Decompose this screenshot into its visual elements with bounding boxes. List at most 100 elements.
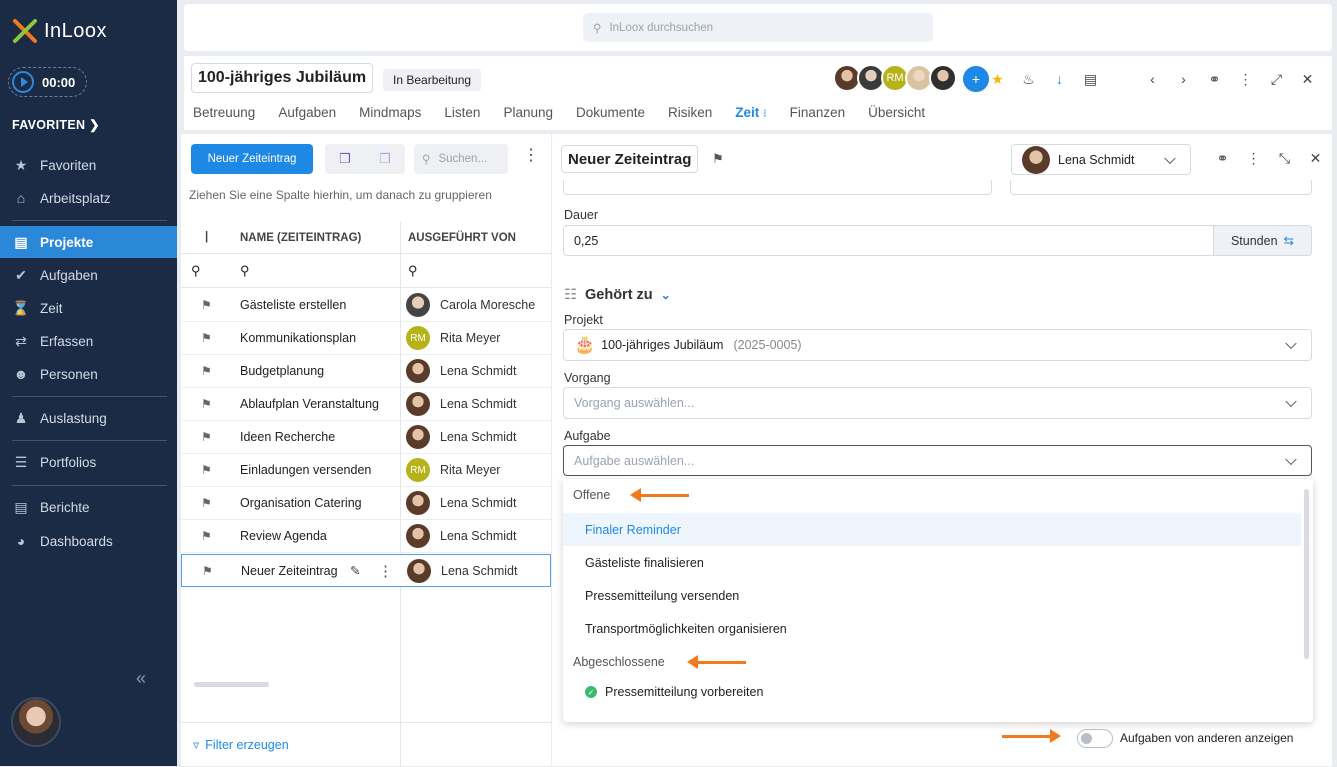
search-icon[interactable]: ⚲: [191, 263, 201, 279]
collapse-icon[interactable]: ⤢: [1261, 66, 1292, 92]
link-icon[interactable]: ⚭: [1207, 146, 1238, 170]
task-select[interactable]: Aufgabe auswählen...: [563, 445, 1312, 476]
task-option[interactable]: Pressemitteilung versenden: [563, 579, 1301, 612]
vertical-scrollbar[interactable]: [1304, 489, 1309, 659]
table-row[interactable]: ⚑ Organisation Catering Lena Schmidt: [181, 487, 551, 520]
tab-dokumente[interactable]: Dokumente: [576, 105, 645, 120]
task-option[interactable]: Finaler Reminder: [563, 513, 1301, 546]
new-time-entry-button[interactable]: Neuer Zeiteintrag: [191, 144, 313, 174]
more-icon[interactable]: ⋮: [1238, 146, 1269, 170]
sidebar-item-projekte[interactable]: ▤ Projekte: [0, 226, 177, 258]
app-logo[interactable]: InLoox: [12, 18, 107, 44]
sidebar-item-erfassen[interactable]: ⇄ Erfassen: [0, 325, 177, 357]
user-avatar[interactable]: [11, 697, 61, 747]
tab-aufgaben[interactable]: Aufgaben: [278, 105, 336, 120]
chevron-left-icon[interactable]: ‹: [1137, 66, 1168, 92]
flag-icon[interactable]: ⚑: [201, 463, 212, 477]
project-title[interactable]: 100-jähriges Jubiläum: [191, 63, 374, 93]
previous-field[interactable]: [563, 180, 992, 195]
link-icon[interactable]: ⚭: [1199, 66, 1230, 92]
sidebar-item-personen[interactable]: ☻ Personen: [0, 358, 177, 390]
more-icon[interactable]: ⋮: [378, 562, 393, 580]
column-header-by[interactable]: AUSGEFÜHRT VON: [408, 232, 516, 244]
search-icon[interactable]: ⚲: [240, 263, 250, 279]
table-row[interactable]: ⚑ Gästeliste erstellen Carola Moresche: [181, 289, 551, 322]
expand-icon[interactable]: ⤡: [1269, 146, 1300, 170]
tab-uebersicht[interactable]: Übersicht: [868, 105, 925, 120]
detail-title[interactable]: Neuer Zeiteintrag: [561, 145, 699, 173]
table-row[interactable]: ⚑ Ablaufplan Veranstaltung Lena Schmidt: [181, 388, 551, 421]
duration-input[interactable]: 0,25: [563, 225, 1214, 256]
tab-planung[interactable]: Planung: [503, 105, 553, 120]
horizontal-scrollbar[interactable]: [194, 682, 269, 687]
search-icon[interactable]: ⚲: [408, 263, 418, 279]
sidebar-item-favoriten[interactable]: ★ Favoriten: [0, 149, 177, 181]
tab-zeit[interactable]: Zeit ⁝: [735, 105, 766, 120]
flag-icon[interactable]: ⚑: [201, 331, 212, 345]
chevron-right-icon[interactable]: ›: [1168, 66, 1199, 92]
global-search-input[interactable]: ⚲ InLoox durchsuchen: [583, 13, 933, 42]
tab-mindmaps[interactable]: Mindmaps: [359, 105, 421, 120]
tab-risiken[interactable]: Risiken: [668, 105, 712, 120]
tab-finanzen[interactable]: Finanzen: [790, 105, 846, 120]
column-header-name[interactable]: NAME (ZEITEINTRAG): [240, 232, 361, 244]
flag-icon[interactable]: ⚑: [201, 496, 212, 510]
flag-icon[interactable]: ⚑: [201, 529, 212, 543]
team-avatars[interactable]: RM +: [833, 64, 991, 94]
sidebar-item-dashboards[interactable]: ◕ Dashboards: [0, 525, 177, 557]
activity-select[interactable]: Vorgang auswählen...: [563, 387, 1312, 419]
sidebar-item-arbeitsplatz[interactable]: ⌂ Arbeitsplatz: [0, 182, 177, 214]
show-others-tasks-toggle[interactable]: [1077, 729, 1113, 748]
bell-icon[interactable]: ♨: [1013, 66, 1044, 92]
sidebar-item-zeit[interactable]: ⌛ Zeit: [0, 292, 177, 324]
timer-widget[interactable]: 00:00: [8, 67, 87, 97]
copy-icon[interactable]: ❐: [339, 151, 351, 167]
arrow-down-icon[interactable]: ↓: [1044, 66, 1075, 92]
close-icon[interactable]: ✕: [1300, 146, 1331, 170]
table-row[interactable]: ⚑ Review Agenda Lena Schmidt: [181, 520, 551, 553]
task-option[interactable]: Transportmöglichkeiten organisieren: [563, 612, 1301, 645]
sidebar-item-aufgaben[interactable]: ✔ Aufgaben: [0, 259, 177, 291]
user-select[interactable]: Lena Schmidt: [1011, 144, 1191, 175]
sidebar-item-portfolios[interactable]: ☰ Portfolios: [0, 446, 177, 478]
sidebar-item-berichte[interactable]: ▤ Berichte: [0, 491, 177, 523]
edit-icon[interactable]: ✎: [350, 563, 360, 578]
tab-listen[interactable]: Listen: [444, 105, 480, 120]
play-icon[interactable]: [12, 71, 34, 93]
capture-icon: ⇄: [15, 332, 27, 349]
unit-toggle-button[interactable]: Stunden ⇆: [1213, 225, 1312, 256]
flag-icon[interactable]: ⚑: [201, 397, 212, 411]
row-assignee-name: Lena Schmidt: [440, 430, 517, 444]
star-icon[interactable]: ★: [982, 66, 1013, 92]
flag-icon[interactable]: ⚑: [202, 564, 213, 578]
task-dropdown-list: Offene Finaler Reminder Gästeliste final…: [563, 479, 1313, 722]
more-icon[interactable]: ⋮: [523, 148, 539, 164]
previous-field[interactable]: [1010, 180, 1312, 195]
favorites-header[interactable]: FAVORITEN ❯: [12, 117, 100, 132]
status-badge[interactable]: In Bearbeitung: [383, 69, 482, 91]
column-resize-handle[interactable]: |: [205, 231, 208, 243]
close-icon[interactable]: ✕: [1292, 66, 1323, 92]
list-search-input[interactable]: ⚲ Suchen...: [414, 144, 508, 174]
tab-betreuung[interactable]: Betreuung: [193, 105, 255, 120]
flag-icon[interactable]: ⚑: [201, 298, 212, 312]
flag-icon[interactable]: ⚑: [201, 430, 212, 444]
table-row-selected[interactable]: ⚑ Neuer Zeiteintrag ✎ ⋮ Lena Schmidt: [181, 554, 551, 587]
filter-create-button[interactable]: ▿ Filter erzeugen: [181, 722, 551, 766]
belongs-to-section[interactable]: ☷ Gehört zu ⌄: [564, 287, 671, 303]
table-row[interactable]: ⚑ Budgetplanung Lena Schmidt: [181, 355, 551, 388]
document-icon[interactable]: ▤: [1075, 66, 1106, 92]
more-icon[interactable]: ⋮: [1230, 66, 1261, 92]
task-option-done[interactable]: ✓ Pressemitteilung vorbereiten: [585, 685, 763, 699]
table-row[interactable]: ⚑ Kommunikationsplan RM Rita Meyer: [181, 322, 551, 355]
project-select[interactable]: 🎂 100-jähriges Jubiläum (2025-0005): [563, 329, 1312, 361]
task-option[interactable]: Gästeliste finalisieren: [563, 546, 1301, 579]
flag-icon[interactable]: ⚑: [712, 151, 724, 167]
table-row[interactable]: ⚑ Ideen Recherche Lena Schmidt: [181, 421, 551, 454]
duplicate-icon[interactable]: ❐: [379, 151, 391, 167]
table-row[interactable]: ⚑ Einladungen versenden RM Rita Meyer: [181, 454, 551, 487]
flag-icon[interactable]: ⚑: [201, 364, 212, 378]
collapse-sidebar-icon[interactable]: «: [136, 668, 146, 689]
sidebar-item-auslastung[interactable]: ♟ Auslastung: [0, 402, 177, 434]
avatar[interactable]: [929, 64, 957, 92]
